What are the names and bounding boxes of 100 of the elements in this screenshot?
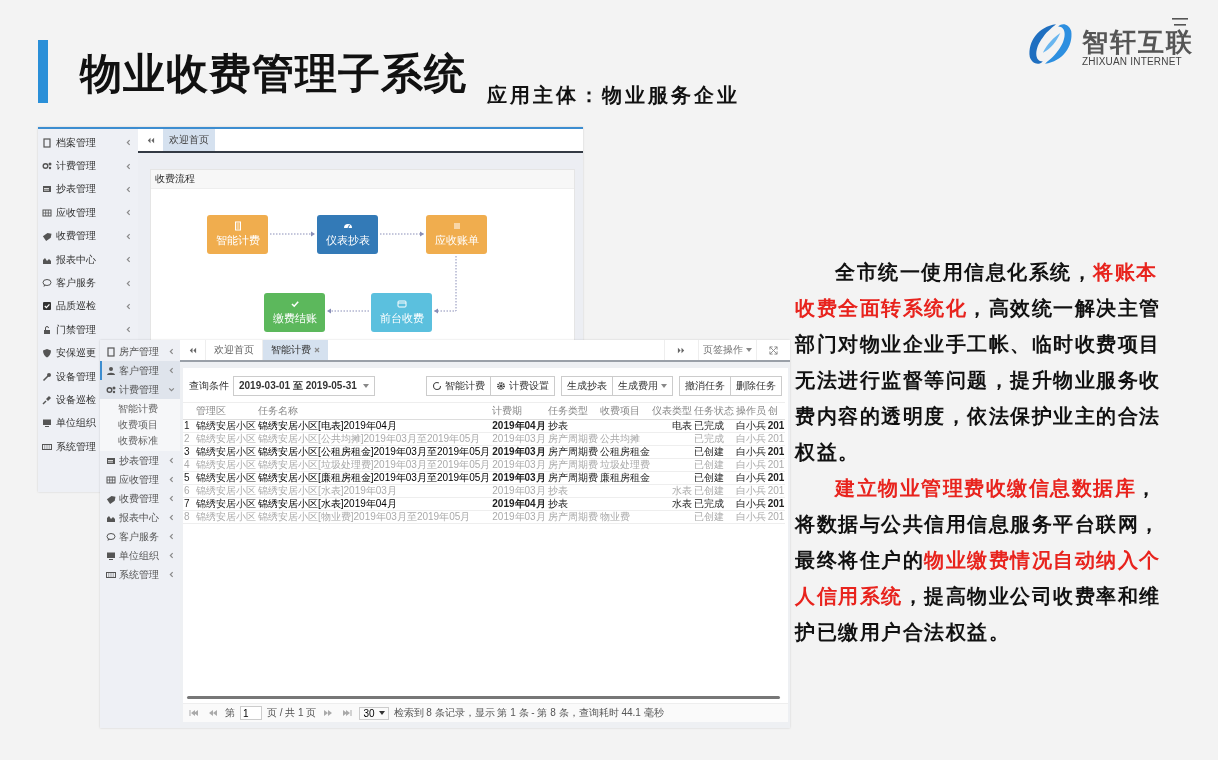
table-cell: 锦绣安居小区[公共均摊]2019年03月至2019年05月 xyxy=(257,432,492,446)
sidebar-item[interactable]: 品质巡检 xyxy=(38,294,138,319)
sidebar-item[interactable]: 应收管理 xyxy=(38,201,138,225)
sidebar-item[interactable]: 房产管理 xyxy=(100,342,180,361)
column-header: 任务类型 xyxy=(546,402,599,420)
sidebar-item[interactable]: 计费管理 xyxy=(38,154,138,178)
expand-icon xyxy=(769,345,778,355)
table-cell: 2019年03月 xyxy=(491,471,547,485)
page-count-text: 页 / 共 1 页 xyxy=(267,706,317,720)
table-cell: 白小兵 xyxy=(734,445,767,459)
chevron-left-icon xyxy=(168,533,175,540)
date-range-select[interactable]: 2019-03-01 至 2019-05-31 xyxy=(233,376,375,396)
previous-page-icon xyxy=(208,709,218,717)
sidebar-item[interactable]: 系统管理 xyxy=(100,565,180,584)
table-cell: 廉租房租金 xyxy=(598,471,651,485)
sidebar-item[interactable]: 抄表管理 xyxy=(100,451,180,470)
sidebar-item[interactable]: 设备巡检 xyxy=(38,388,98,412)
toolbar-button[interactable]: 计费设置 xyxy=(490,376,555,396)
tab[interactable]: 欢迎首页 xyxy=(163,129,215,151)
keyboard-icon xyxy=(106,569,116,580)
chevron-left-icon xyxy=(168,476,175,483)
page-number-field[interactable]: 1 xyxy=(240,706,262,720)
toolbar-button[interactable]: 删除任务 xyxy=(730,376,782,396)
table-cell: 水表 xyxy=(650,484,693,498)
sidebar-item[interactable]: 客户服务 xyxy=(100,527,180,546)
table-cell: 锦绣安居小区[水表]2019年03月 xyxy=(257,484,492,498)
dotted-arrow xyxy=(379,231,425,237)
column-header: 操作员 xyxy=(734,402,767,420)
shield-icon xyxy=(42,348,52,359)
sidebar-item[interactable]: 计费管理 xyxy=(100,380,180,399)
chevron-down-icon xyxy=(168,386,175,393)
table-cell: 白小兵 xyxy=(734,471,767,485)
table-cell: 2019年03月 xyxy=(491,510,547,524)
logo-tagline: ZHIXUAN INTERNET xyxy=(1082,55,1183,67)
sidebar-item[interactable]: 单位组织 xyxy=(100,546,180,565)
table-cell: 电表 xyxy=(650,419,693,433)
table-cell: 水表 xyxy=(650,497,693,511)
table-cell: 锦绣安居小区[垃圾处理费]2019年03月至2019年05月 xyxy=(257,458,492,472)
caret-icon xyxy=(378,711,385,715)
checkmark-icon xyxy=(289,299,300,309)
column-header: 任务状态 xyxy=(692,402,735,420)
chat-bubble-icon xyxy=(42,278,52,289)
caret-icon xyxy=(362,384,369,388)
sidebar-item[interactable]: 单位组织 xyxy=(38,411,98,436)
table-icon xyxy=(106,474,116,485)
double-arrow-left-icon xyxy=(146,135,155,145)
table-cell: 白小兵 xyxy=(734,484,767,498)
page-size-select[interactable]: 30 xyxy=(359,706,389,720)
submenu-item[interactable]: 收费项目 xyxy=(100,417,180,433)
table-cell: 垃圾处理费 xyxy=(598,458,651,472)
flow-step: 应收账单 xyxy=(426,215,487,254)
gear-icon xyxy=(496,381,506,391)
table-cell: 201 xyxy=(766,419,786,433)
table-cell: 白小兵 xyxy=(734,419,767,433)
chevron-left-icon xyxy=(168,367,175,374)
submenu-item[interactable]: 收费标准 xyxy=(100,433,180,449)
first-page-button[interactable] xyxy=(187,709,201,717)
row-number: 5 xyxy=(183,471,195,485)
table-cell: 锦绣安居小区 xyxy=(195,445,257,459)
sidebar-item[interactable]: 收费管理 xyxy=(38,224,138,248)
plug-icon xyxy=(42,395,52,405)
column-header: 任务名称 xyxy=(257,402,492,420)
sidebar-item[interactable]: 应收管理 xyxy=(100,470,180,489)
double-arrow-right-icon xyxy=(677,345,686,355)
calculator-icon xyxy=(232,221,243,231)
tab[interactable]: 智能计费 xyxy=(262,340,328,360)
sidebar-item[interactable]: 门禁管理 xyxy=(38,318,138,342)
table-cell: 201 xyxy=(766,445,786,459)
sidebar-item[interactable]: 抄表管理 xyxy=(38,177,138,202)
sidebar-item[interactable]: 客户服务 xyxy=(38,271,138,295)
toolbar-button[interactable]: 智能计费 xyxy=(426,376,491,396)
sidebar-item[interactable]: 报表中心 xyxy=(38,247,138,272)
table-cell: 已创建 xyxy=(692,510,735,524)
chevron-left-icon xyxy=(168,348,175,355)
table-cell: 抄表 xyxy=(546,497,599,511)
gauge-icon xyxy=(342,221,353,231)
toolbar-button[interactable]: 撤消任务 xyxy=(679,376,731,396)
sidebar-item[interactable]: 档案管理 xyxy=(38,131,138,155)
dotted-arrow xyxy=(269,231,316,237)
sidebar-item[interactable]: 客户管理 xyxy=(100,361,180,380)
sidebar-item[interactable]: 收费管理 xyxy=(100,489,180,508)
tag-icon xyxy=(42,231,52,242)
tab-menu-button[interactable]: 页签操作 xyxy=(698,340,756,360)
submenu-item[interactable]: 智能计费 xyxy=(100,401,180,417)
table-cell: 201 xyxy=(766,458,786,472)
sidebar-item[interactable]: 安保巡更 xyxy=(38,341,98,365)
sidebar-item[interactable]: 报表中心 xyxy=(100,508,180,527)
last-page-button[interactable] xyxy=(340,709,355,717)
paragraph: 全市统一使用信息化系统，将账本收费全面转系统化，高效统一解决主管部门对物业企业手工帐、临时收费项目无法进行监督等问题，提升物业服务收费内容的透明度，依法保护业主的合法权益。 xyxy=(795,259,1162,466)
toolbar-button[interactable]: 生成费用 xyxy=(612,376,673,396)
sidebar-item[interactable]: 设备管理 xyxy=(38,364,98,389)
table-cell: 公租房租金 xyxy=(598,445,651,459)
flow-step: 前台收费 xyxy=(371,293,432,332)
flow-step: 智能计费 xyxy=(207,215,268,254)
gears-icon xyxy=(106,384,116,395)
table-cell: 201 xyxy=(766,497,786,511)
sidebar-item[interactable]: 系统管理 xyxy=(38,435,98,459)
toolbar-button[interactable]: 生成抄表 xyxy=(561,376,613,396)
table-cell: 抄表 xyxy=(546,484,599,498)
table-cell: 已完成 xyxy=(692,432,735,446)
